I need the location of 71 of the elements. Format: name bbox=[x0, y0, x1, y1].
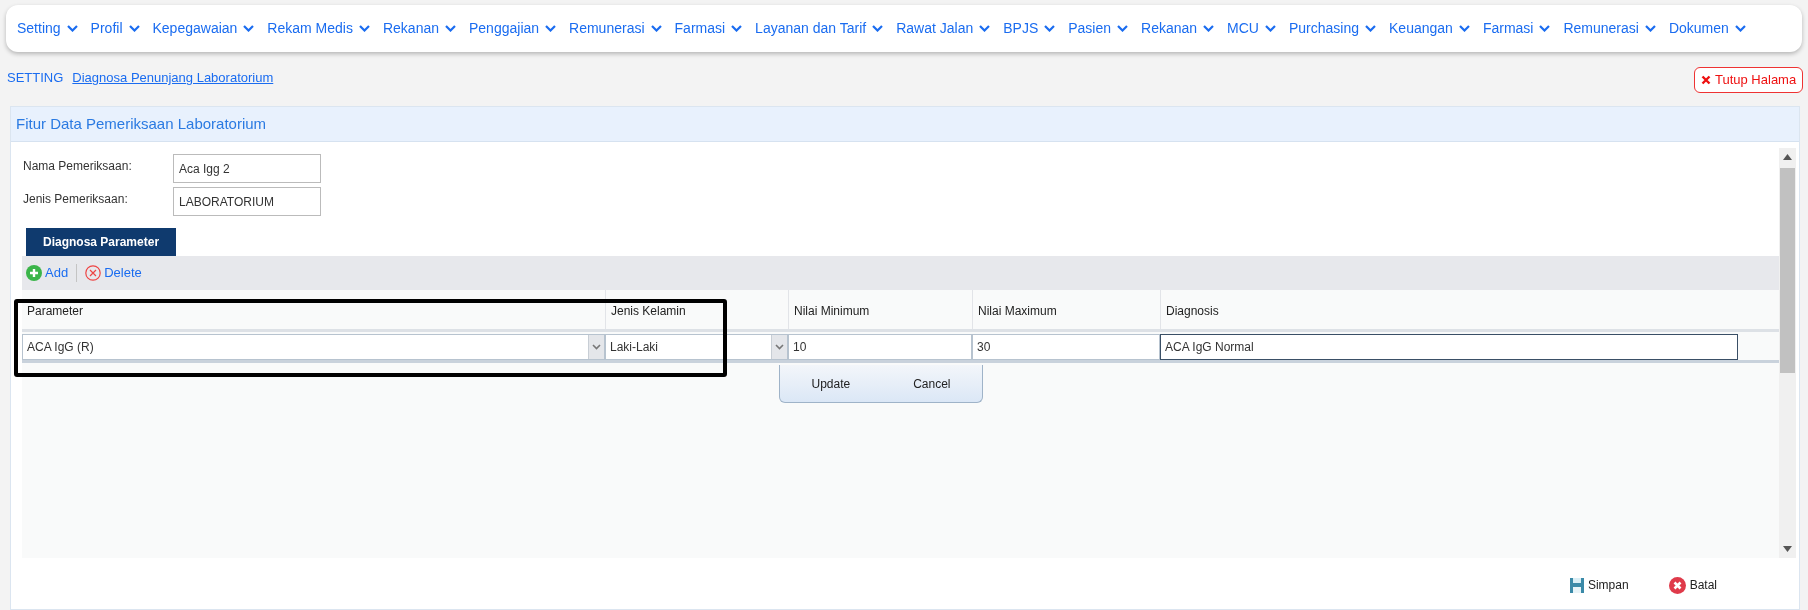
menu-item[interactable]: Pasien bbox=[1068, 18, 1129, 39]
menu-item[interactable]: Remunerasi bbox=[1563, 18, 1656, 39]
column-header[interactable]: Jenis Kelamin bbox=[605, 290, 788, 329]
scroll-down-icon[interactable] bbox=[1783, 546, 1792, 552]
menu-item[interactable]: Rekanan bbox=[382, 18, 456, 39]
chevron-down-icon bbox=[1044, 25, 1056, 32]
field-label: Nama Pemeriksaan: bbox=[23, 157, 133, 175]
menu-item[interactable]: Kepegawaian bbox=[152, 18, 255, 39]
add-button[interactable]: Add bbox=[26, 263, 69, 283]
menu-item[interactable]: Farmasi bbox=[1482, 18, 1551, 39]
menu-item[interactable]: Penggajian bbox=[469, 18, 557, 39]
close-icon bbox=[1701, 75, 1711, 85]
cancel-button[interactable]: Batal bbox=[1668, 576, 1717, 594]
menu-item[interactable]: Remunerasi bbox=[569, 18, 662, 39]
menu-item[interactable]: Purchasing bbox=[1289, 18, 1377, 39]
scrollbar[interactable] bbox=[1779, 148, 1796, 558]
text-field[interactable]: LABORATORIUM bbox=[173, 187, 321, 216]
chevron-down-icon bbox=[979, 25, 991, 32]
menu-item[interactable]: Keuangan bbox=[1389, 18, 1470, 39]
column-header[interactable]: Nilai Maximum bbox=[972, 290, 1160, 329]
menu-item[interactable]: Dokumen bbox=[1668, 18, 1746, 39]
menu-item[interactable]: Rekam Medis bbox=[267, 18, 370, 39]
save-button[interactable]: Simpan bbox=[1569, 576, 1629, 594]
scrollbar-thumb[interactable] bbox=[1780, 168, 1795, 373]
text-field[interactable]: ACA IgG Normal bbox=[1160, 334, 1738, 360]
scroll-up-icon[interactable] bbox=[1783, 154, 1792, 160]
chevron-down-icon bbox=[1365, 25, 1377, 32]
cancel-button[interactable]: Cancel bbox=[905, 372, 959, 395]
chevron-down-icon bbox=[1734, 25, 1746, 32]
tab[interactable]: Diagnosa Parameter bbox=[26, 228, 177, 256]
text-field[interactable]: 10 bbox=[788, 334, 972, 360]
chevron-down-icon bbox=[1539, 25, 1551, 32]
menu-item[interactable]: Farmasi bbox=[674, 18, 743, 39]
menu-item[interactable]: Rekanan bbox=[1141, 18, 1215, 39]
column-header[interactable]: Parameter bbox=[22, 290, 605, 329]
chevron-down-icon bbox=[650, 25, 662, 32]
chevron-down-icon bbox=[731, 25, 743, 32]
chevron-down-icon bbox=[358, 25, 370, 32]
chevron-down-icon bbox=[1644, 25, 1656, 32]
close-page-button[interactable]: Tutup Halama bbox=[1694, 67, 1804, 93]
menu-item[interactable]: Setting bbox=[17, 18, 78, 39]
menu-item[interactable]: MCU bbox=[1227, 18, 1276, 39]
chevron-down-icon bbox=[66, 25, 78, 32]
field-label: Jenis Pemeriksaan: bbox=[23, 190, 129, 208]
chevron-down-icon bbox=[1117, 25, 1129, 32]
breadcrumb-link[interactable]: Diagnosa Penunjang Laboratorium bbox=[72, 68, 274, 88]
chevron-down-icon bbox=[1458, 25, 1470, 32]
panel-title: Fitur Data Pemeriksaan Laboratorium bbox=[16, 113, 267, 134]
menu-item[interactable]: BPJS bbox=[1003, 18, 1056, 39]
delete-button[interactable]: Delete bbox=[85, 263, 142, 283]
dropdown-field[interactable]: ACA IgG (R) bbox=[22, 334, 605, 360]
chevron-down-icon bbox=[445, 25, 456, 32]
chevron-down-icon bbox=[1265, 25, 1276, 32]
dropdown-field[interactable]: Laki-Laki bbox=[605, 334, 788, 360]
chevron-down-icon bbox=[545, 25, 557, 32]
plus-icon bbox=[26, 265, 42, 281]
menu-item[interactable]: Profil bbox=[90, 18, 140, 39]
menu-item[interactable]: Layanan dan Tarif bbox=[755, 18, 884, 39]
breadcrumb-section: SETTING bbox=[7, 68, 64, 88]
chevron-down-icon bbox=[1203, 25, 1215, 32]
update-button[interactable]: Update bbox=[803, 372, 859, 395]
column-header[interactable]: Nilai Minimum bbox=[788, 290, 972, 329]
text-field[interactable]: 30 bbox=[972, 334, 1160, 360]
delete-icon bbox=[85, 265, 102, 281]
column-header[interactable]: Diagnosis bbox=[1160, 290, 1738, 329]
chevron-down-icon bbox=[128, 25, 140, 32]
chevron-down-icon bbox=[243, 25, 255, 32]
chevron-down-icon bbox=[872, 25, 884, 32]
menu-item[interactable]: Rawat Jalan bbox=[896, 18, 991, 39]
text-field[interactable]: Aca Igg 2 bbox=[173, 154, 321, 183]
close-icon bbox=[1668, 576, 1686, 594]
